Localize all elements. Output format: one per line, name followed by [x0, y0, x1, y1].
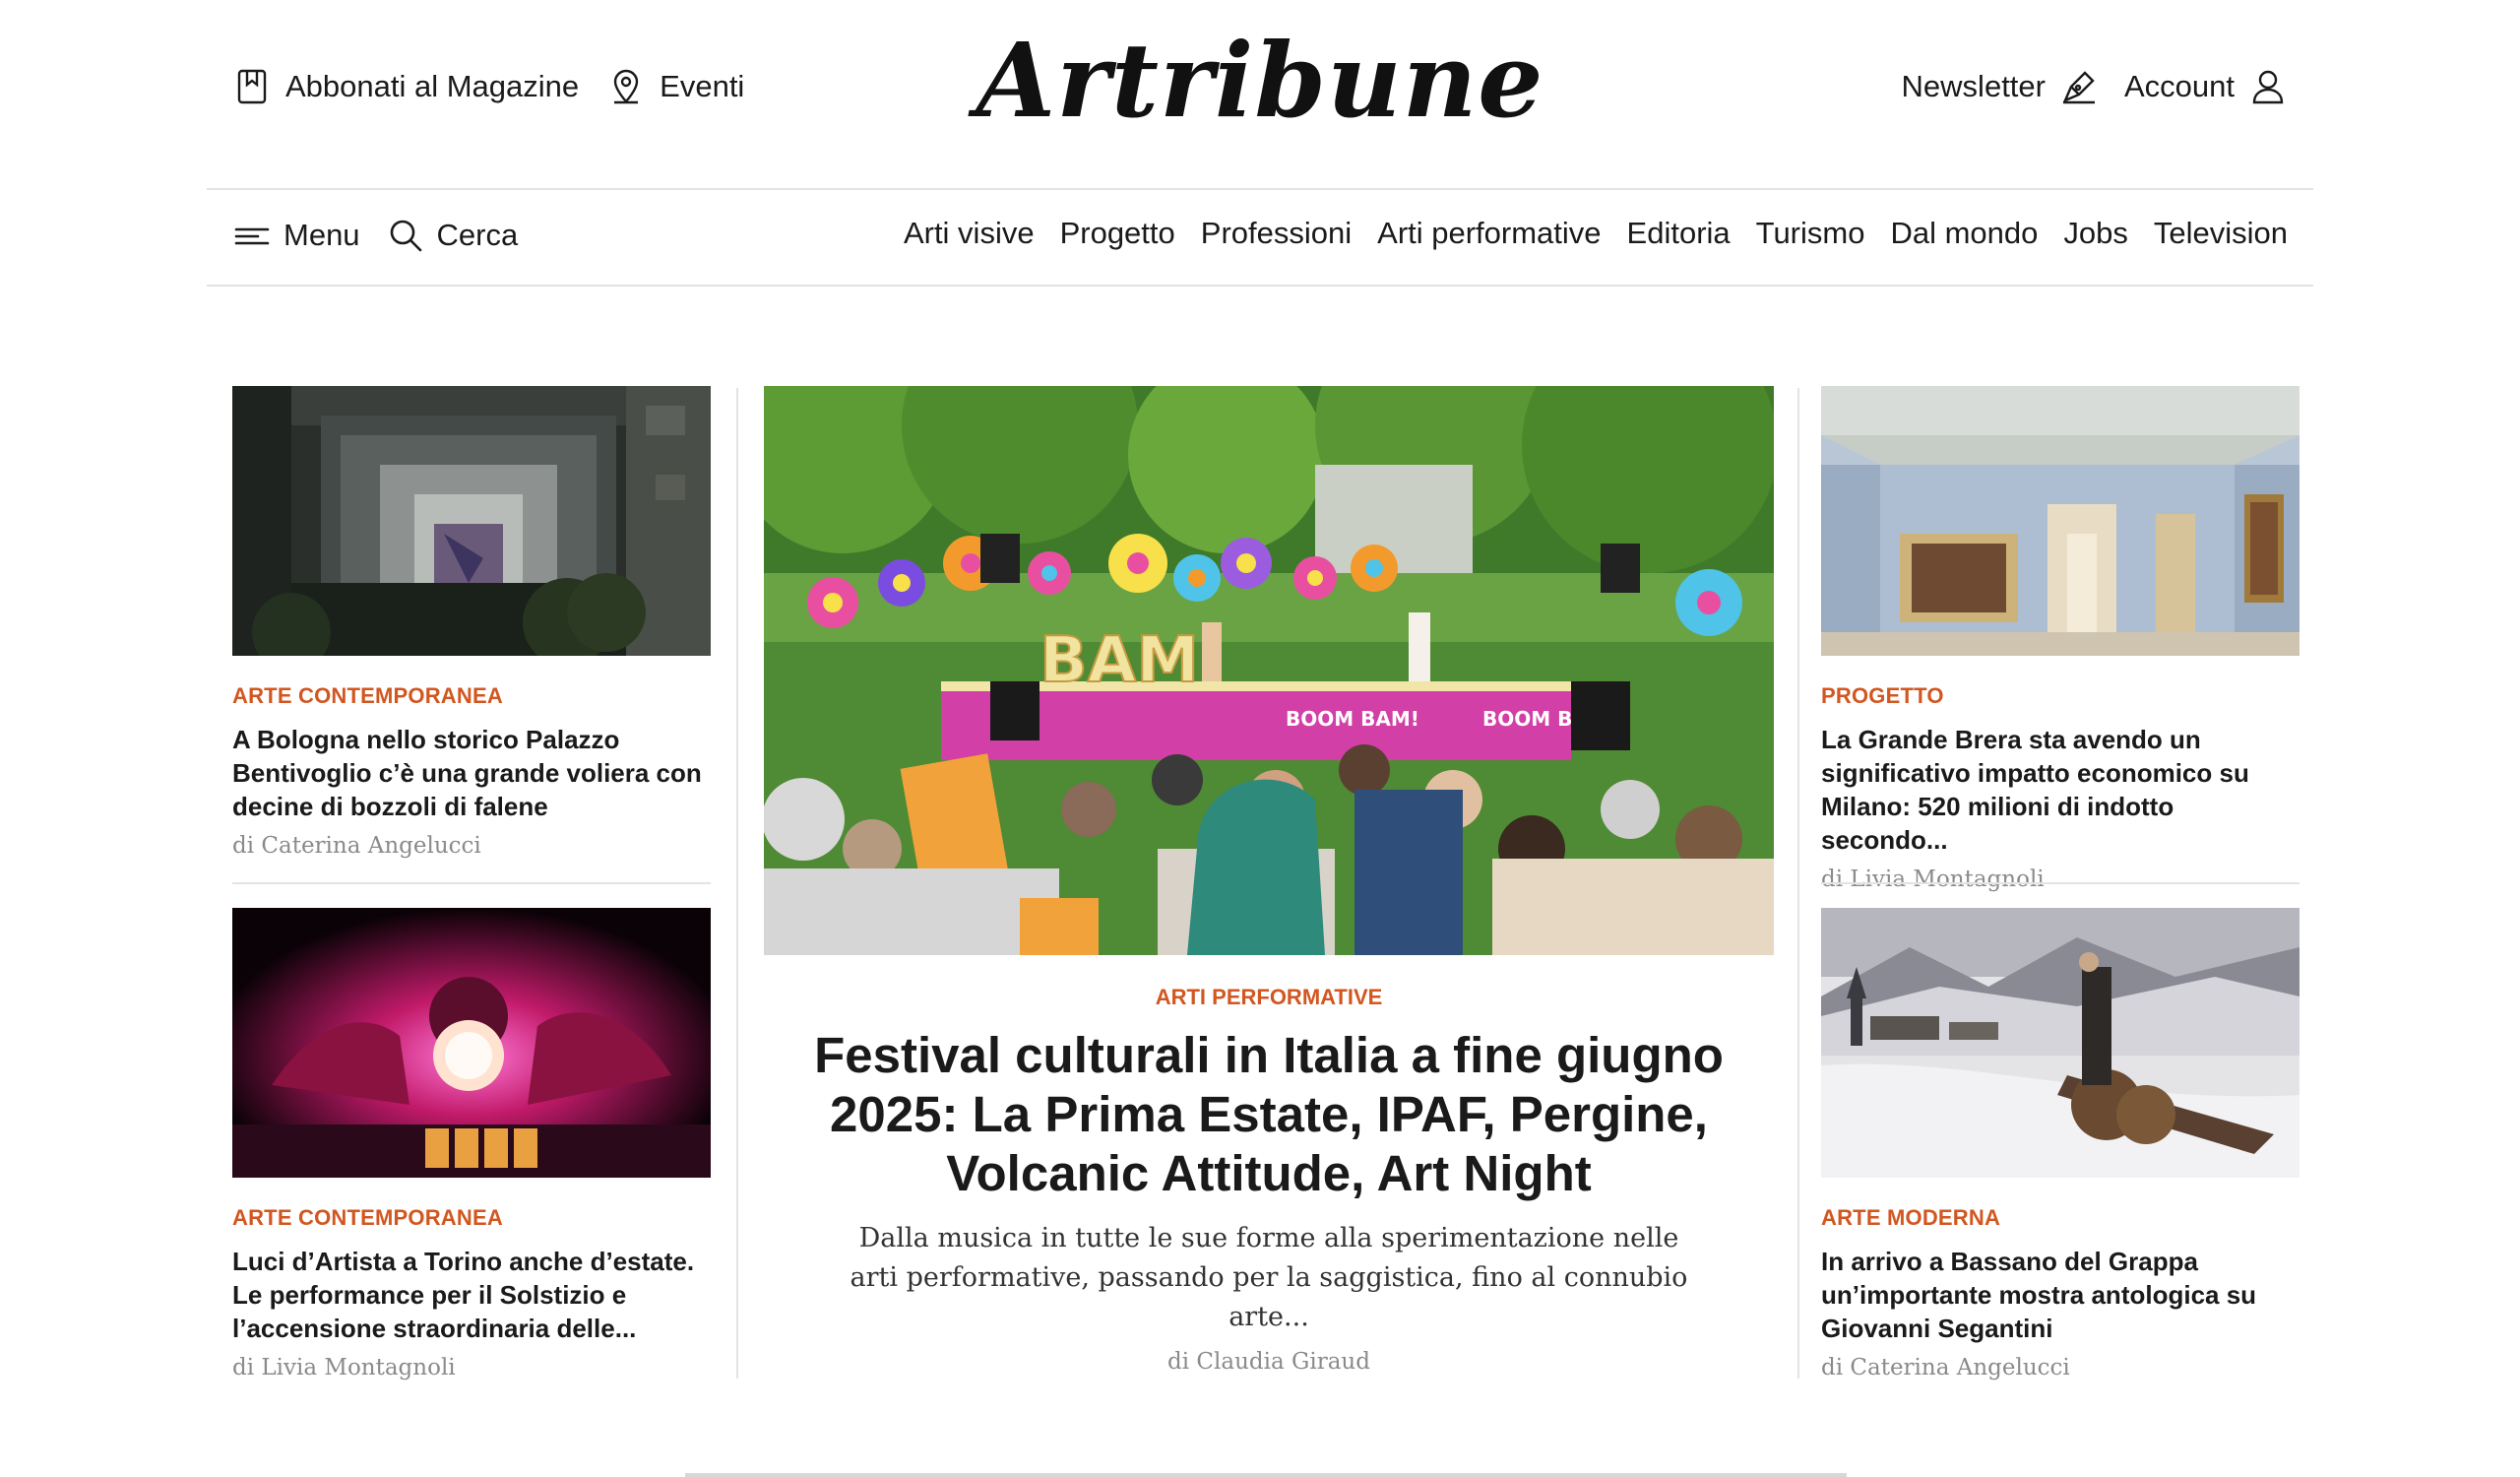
hero-bam-letters: BAM [1040, 624, 1199, 697]
article-author[interactable]: di Caterina Angelucci [232, 833, 711, 859]
article-category[interactable]: ARTE MODERNA [1821, 1205, 2300, 1231]
article-category[interactable]: ARTI PERFORMATIVE [764, 985, 1774, 1010]
nav-television[interactable]: Television [2154, 216, 2288, 251]
nav-jobs[interactable]: Jobs [2063, 216, 2127, 251]
events-label: Eventi [660, 69, 745, 103]
article-card-torino[interactable]: ARTE CONTEMPORANEA Luci d’Artista a Tori… [232, 908, 711, 1381]
account-link[interactable]: Account [2124, 67, 2288, 106]
nav-arti-visive[interactable]: Arti visive [904, 216, 1035, 251]
featured-articles: ARTE CONTEMPORANEA A Bologna nello stori… [232, 386, 2300, 1381]
hamburger-menu-icon [234, 227, 270, 245]
bottom-edge-strip [685, 1473, 1847, 1477]
nav-professioni[interactable]: Professioni [1201, 216, 1352, 251]
nav-progetto[interactable]: Progetto [1060, 216, 1175, 251]
search-label: Cerca [436, 218, 519, 252]
user-icon [2252, 70, 2284, 104]
article-author[interactable]: di Caterina Angelucci [1821, 1355, 2300, 1381]
main-nav: Menu Cerca Arti visive Progetto Professi… [207, 190, 2313, 287]
article-title[interactable]: La Grande Brera sta avendo un significat… [1821, 723, 2300, 857]
article-title[interactable]: Luci d’Artista a Torino anche d’estate. … [232, 1245, 711, 1345]
nav-dal-mondo[interactable]: Dal mondo [1890, 216, 2038, 251]
section-links: Arti visive Progetto Professioni Arti pe… [904, 216, 2288, 251]
top-left-links: Abbonati al Magazine Eventi [232, 67, 744, 106]
article-title[interactable]: A Bologna nello storico Palazzo Bentivog… [232, 723, 711, 823]
article-category[interactable]: ARTE CONTEMPORANEA [232, 683, 711, 709]
main-deck: Dalla musica in tutte le sue forme alla … [850, 1223, 1688, 1332]
nav-arti-performative[interactable]: Arti performative [1377, 216, 1601, 251]
events-link[interactable]: Eventi [606, 67, 744, 106]
article-author[interactable]: di Livia Montagnoli [232, 1355, 711, 1381]
main-article[interactable]: BAM BOOM BAM! BOOM BAM! ARTI PERFORMATIV… [764, 386, 1774, 1375]
card-divider [232, 882, 711, 884]
card-divider [1821, 882, 2300, 884]
top-bar: Abbonati al Magazine Eventi Artribune Ne… [207, 0, 2313, 190]
subscribe-magazine-link[interactable]: Abbonati al Magazine [232, 67, 579, 106]
article-card-bologna[interactable]: ARTE CONTEMPORANEA A Bologna nello stori… [232, 386, 711, 859]
nav-turismo[interactable]: Turismo [1756, 216, 1865, 251]
article-thumbnail-brera[interactable] [1821, 386, 2300, 656]
article-thumbnail-torino[interactable] [232, 908, 711, 1178]
main-article-hero-image[interactable]: BAM BOOM BAM! BOOM BAM! [764, 386, 1774, 955]
newsletter-label: Newsletter [1901, 69, 2046, 103]
article-card-brera[interactable]: PROGETTO La Grande Brera sta avendo un s… [1821, 386, 2300, 892]
article-thumbnail-segantini[interactable] [1821, 908, 2300, 1178]
article-title[interactable]: In arrivo a Bassano del Grappa un’import… [1821, 1245, 2300, 1345]
nav-left: Menu Cerca [232, 216, 518, 255]
article-category[interactable]: PROGETTO [1821, 683, 2300, 709]
search-button[interactable]: Cerca [386, 216, 519, 255]
location-pin-icon [613, 69, 639, 104]
bookmark-icon [237, 69, 267, 104]
column-divider-right [1797, 388, 1799, 1379]
menu-label: Menu [284, 218, 360, 252]
newsletter-pen-icon [2062, 71, 2095, 104]
article-author[interactable]: di Livia Montagnoli [1821, 867, 2300, 892]
site-logo[interactable]: Artribune [976, 30, 1544, 132]
article-card-segantini[interactable]: ARTE MODERNA In arrivo a Bassano del Gra… [1821, 908, 2300, 1381]
subscribe-magazine-label: Abbonati al Magazine [285, 69, 580, 103]
menu-button[interactable]: Menu [232, 216, 360, 255]
article-category[interactable]: ARTE CONTEMPORANEA [232, 1205, 711, 1231]
hero-stage-sign-left: BOOM BAM! [1286, 707, 1419, 731]
column-divider-left [736, 388, 738, 1379]
top-right-links: Newsletter Account [1902, 67, 2288, 106]
search-icon [390, 220, 421, 252]
main-headline[interactable]: Festival culturali in Italia a fine giug… [764, 1026, 1774, 1203]
article-author[interactable]: di Claudia Giraud [764, 1349, 1774, 1375]
account-label: Account [2123, 69, 2235, 103]
article-thumbnail-bologna[interactable] [232, 386, 711, 656]
newsletter-link[interactable]: Newsletter [1902, 67, 2099, 106]
nav-editoria[interactable]: Editoria [1627, 216, 1731, 251]
